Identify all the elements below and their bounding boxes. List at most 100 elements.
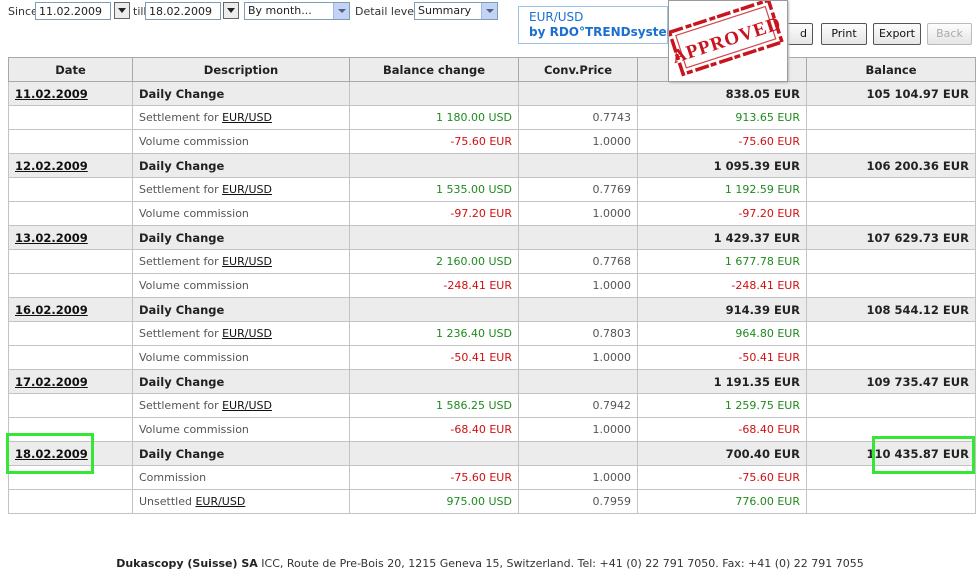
description-text: Volume commission: [139, 207, 249, 220]
description-cell: Daily Change: [132, 297, 350, 322]
conv-price-cell: 0.7803: [518, 321, 638, 346]
date-highlight-box: [6, 433, 94, 474]
logo-pair-text: EUR/USD: [529, 10, 584, 24]
instrument-link[interactable]: EUR/USD: [222, 255, 272, 268]
description-cell: Commission: [132, 465, 350, 490]
table-header-row: Date Description Balance change Conv.Pri…: [8, 57, 976, 82]
back-button[interactable]: Back: [927, 23, 972, 45]
description-cell: Volume commission: [132, 129, 350, 154]
day-summary-row: 12.02.2009 Daily Change 1 095.39 EUR 106 20…: [8, 153, 976, 178]
amount-cell: 1 677.78 EUR: [637, 249, 807, 274]
conv-price-cell: 1.0000: [518, 417, 638, 442]
balance-change-cell: 1 586.25 USD: [349, 393, 519, 418]
date-cell: [8, 201, 133, 226]
conv-price-cell: 1.0000: [518, 129, 638, 154]
date-link[interactable]: 11.02.2009: [15, 87, 88, 101]
balance-cell: [806, 345, 976, 370]
chevron-down-icon: [481, 3, 497, 19]
instrument-link[interactable]: EUR/USD: [195, 495, 245, 508]
description-cell: Settlement for EUR/USD: [132, 105, 350, 130]
amount-cell: 913.65 EUR: [637, 105, 807, 130]
balance-change-column-header: Balance change: [349, 57, 519, 82]
date-cell: 12.02.2009: [8, 153, 133, 178]
date-link[interactable]: 17.02.2009: [15, 375, 88, 389]
date-cell: [8, 129, 133, 154]
date-cell: [8, 105, 133, 130]
balance-change-cell: [349, 441, 519, 466]
since-date-input[interactable]: [35, 2, 111, 20]
instrument-link[interactable]: EUR/USD: [222, 183, 272, 196]
balance-cell: [806, 393, 976, 418]
balance-highlight-box: [872, 436, 975, 474]
description-cell: Settlement for EUR/USD: [132, 321, 350, 346]
description-cell: Settlement for EUR/USD: [132, 249, 350, 274]
footer-address: ICC, Route de Pre-Bois 20, 1215 Geneva 1…: [257, 557, 864, 570]
description-text: Commission: [139, 471, 207, 484]
date-cell: 16.02.2009: [8, 297, 133, 322]
transaction-row: Unsettled EUR/USD 975.00 USD 0.7959 776.00 …: [8, 489, 976, 514]
balance-cell: [806, 489, 976, 514]
print-button[interactable]: Print: [821, 23, 867, 45]
transaction-row: Volume commission -50.41 EUR 1.0000 -50.41 …: [8, 345, 976, 370]
since-calendar-dropdown-icon[interactable]: [114, 2, 130, 19]
date-cell: [8, 249, 133, 274]
date-cell: [8, 393, 133, 418]
till-date-input[interactable]: [145, 2, 221, 20]
instrument-link[interactable]: EUR/USD: [222, 399, 272, 412]
conv-price-cell: [518, 297, 638, 322]
date-cell: [8, 177, 133, 202]
balance-cell: [806, 129, 976, 154]
detail-level-value: Summary: [418, 4, 472, 17]
conv-price-cell: 0.7959: [518, 489, 638, 514]
conv-price-cell: 0.7768: [518, 249, 638, 274]
description-text: Settlement for: [139, 111, 223, 124]
balance-change-cell: 1 236.40 USD: [349, 321, 519, 346]
balance-cell: [806, 177, 976, 202]
day-summary-row: 18.02.2009 Daily Change 700.40 EUR 110 435.…: [8, 441, 976, 466]
chevron-down-icon: [333, 3, 349, 19]
date-link[interactable]: 13.02.2009: [15, 231, 88, 245]
day-summary-row: 13.02.2009 Daily Change 1 429.37 EUR 107 62…: [8, 225, 976, 250]
instrument-link[interactable]: EUR/USD: [222, 327, 272, 340]
conv-price-cell: 1.0000: [518, 273, 638, 298]
balance-cell: 106 200.36 EUR: [806, 153, 976, 178]
date-cell: [8, 345, 133, 370]
amount-cell: 914.39 EUR: [637, 297, 807, 322]
conv-price-cell: 1.0000: [518, 345, 638, 370]
description-cell: Settlement for EUR/USD: [132, 393, 350, 418]
conv-price-column-header: Conv.Price: [518, 57, 638, 82]
export-button[interactable]: Export: [873, 23, 921, 45]
approved-stamp: APPROVED: [669, 1, 785, 77]
balance-change-cell: [349, 225, 519, 250]
filter-toolbar: Since till By month... Detail level: Sum…: [0, 0, 980, 50]
balance-change-cell: -75.60 EUR: [349, 129, 519, 154]
date-link[interactable]: 16.02.2009: [15, 303, 88, 317]
balance-cell: 108 544.12 EUR: [806, 297, 976, 322]
period-select-value: By month...: [248, 4, 312, 17]
balance-change-cell: -75.60 EUR: [349, 465, 519, 490]
conv-price-cell: 0.7743: [518, 105, 638, 130]
account-report-table: Date Description Balance change Conv.Pri…: [8, 57, 976, 514]
balance-change-cell: -50.41 EUR: [349, 345, 519, 370]
instrument-link[interactable]: EUR/USD: [222, 111, 272, 124]
description-cell: Daily Change: [132, 369, 350, 394]
balance-change-cell: [349, 297, 519, 322]
transaction-row: Settlement for EUR/USD 1 535.00 USD 0.7769…: [8, 177, 976, 202]
detail-level-select[interactable]: Summary: [414, 2, 498, 20]
amount-cell: 700.40 EUR: [637, 441, 807, 466]
date-cell: [8, 489, 133, 514]
amount-cell: -50.41 EUR: [637, 345, 807, 370]
amount-cell: 1 191.35 EUR: [637, 369, 807, 394]
conv-price-cell: 1.0000: [518, 465, 638, 490]
date-link[interactable]: 12.02.2009: [15, 159, 88, 173]
transaction-row: Commission -75.60 EUR 1.0000 -75.60 EUR: [8, 465, 976, 490]
approved-stamp-panel: APPROVED: [668, 0, 788, 82]
till-calendar-dropdown-icon[interactable]: [223, 2, 239, 19]
description-text: Volume commission: [139, 423, 249, 436]
amount-cell: -248.41 EUR: [637, 273, 807, 298]
amount-cell: 1 192.59 EUR: [637, 177, 807, 202]
conv-price-cell: 0.7942: [518, 393, 638, 418]
description-text: Settlement for: [139, 255, 223, 268]
period-select[interactable]: By month...: [244, 2, 350, 20]
balance-cell: [806, 201, 976, 226]
